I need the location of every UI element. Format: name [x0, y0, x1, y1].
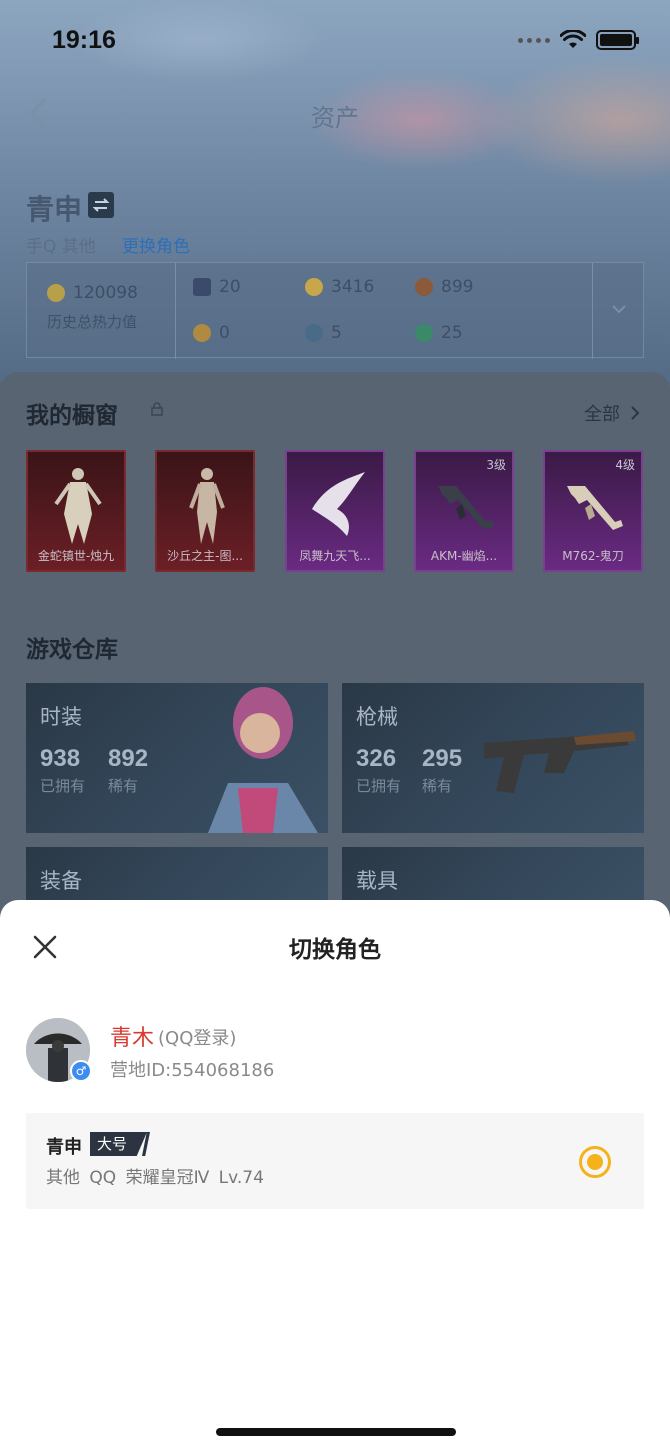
currency-icon	[305, 324, 323, 342]
account-id: 营地ID:554068186	[110, 1060, 275, 1081]
swap-icon[interactable]	[88, 192, 114, 218]
wings-icon	[312, 472, 365, 536]
divider	[175, 263, 176, 359]
wifi-icon	[560, 30, 586, 48]
stat-cell: 20	[193, 277, 241, 297]
chevron-right-icon	[631, 406, 640, 420]
warehouse-card-title: 时装	[40, 705, 82, 729]
owned-label: 已拥有	[356, 777, 402, 795]
owned-count: 938	[40, 745, 81, 772]
stat-value: 25	[441, 323, 463, 343]
change-role-link[interactable]: 更换角色	[122, 232, 190, 257]
rifle-icon	[567, 486, 623, 530]
warehouse-card-title: 装备	[40, 869, 82, 893]
owned-label: 已拥有	[40, 777, 86, 795]
stat-cell: 25	[415, 323, 463, 343]
currency-icon	[305, 278, 323, 296]
warehouse-title: 游戏仓库	[26, 637, 118, 663]
player-name: 青申	[26, 193, 83, 226]
status-time: 19:16	[52, 26, 116, 54]
stat-cell: 0	[193, 323, 230, 343]
outfit-figure-icon	[189, 468, 225, 544]
see-all-link[interactable]: 全部	[584, 400, 640, 426]
divider	[592, 263, 593, 359]
status-bar: 19:16	[0, 0, 670, 80]
stat-value: 20	[219, 277, 241, 297]
showcase-item[interactable]: 金蛇镇世-烛九	[26, 450, 126, 572]
item-name: 金蛇镇世-烛九	[37, 549, 115, 563]
currency-icon	[415, 324, 433, 342]
stat-value: 5	[331, 323, 342, 343]
stat-cell: 5	[305, 323, 342, 343]
rare-count: 892	[108, 745, 149, 772]
battery-icon	[596, 30, 639, 50]
total-heat-label: 历史总热力值	[47, 313, 138, 331]
warehouse-card-equipment[interactable]: 装备	[26, 847, 328, 903]
showcase-title: 我的橱窗	[26, 403, 118, 429]
expand-chevron-icon[interactable]	[611, 301, 627, 317]
sheet-title: 切换角色	[289, 937, 381, 963]
item-name: M762-鬼刀	[562, 549, 624, 563]
account-login-type: (QQ登录)	[158, 1028, 237, 1049]
stat-value: 3416	[331, 277, 375, 297]
role-tag: 大号	[90, 1132, 148, 1156]
page-title: 资产	[311, 104, 359, 132]
role-name: 青申	[46, 1137, 82, 1158]
warehouse-card-outfits[interactable]: 时装 938 已拥有 892 稀有	[26, 683, 328, 833]
stat-value: 0	[219, 323, 230, 343]
showcase-item[interactable]: 4级 M762-鬼刀	[543, 450, 643, 572]
showcase-item[interactable]: 凤舞九天飞...	[285, 450, 385, 572]
stat-cell: 899	[415, 277, 473, 297]
currency-icon	[415, 278, 433, 296]
showcase-item[interactable]: 3级 AKM-幽焰...	[414, 450, 514, 572]
switch-role-sheet: 切换角色 ♂ 青木 (QQ登录) 营地ID:554068186 青申 大号 其他…	[0, 900, 670, 1450]
stat-value: 899	[441, 277, 474, 297]
currency-icon	[193, 278, 211, 296]
account-name: 青木	[110, 1026, 155, 1051]
rare-label: 稀有	[108, 777, 139, 795]
see-all-label: 全部	[584, 404, 620, 425]
male-gender-icon: ♂	[70, 1060, 92, 1082]
item-level: 4级	[615, 458, 635, 472]
stat-cell: 3416	[305, 277, 374, 297]
selected-radio[interactable]	[579, 1146, 611, 1178]
warehouse-card-weapons[interactable]: 枪械 326 已拥有 295 稀有	[342, 683, 644, 833]
warehouse-card-title: 枪械	[356, 705, 398, 729]
signal-icon	[518, 37, 550, 43]
lock-icon	[151, 402, 163, 416]
role-info: 其他 QQ 荣耀皇冠Ⅳ Lv.74	[46, 1168, 264, 1188]
warehouse-card-title: 载具	[356, 869, 398, 893]
owned-count: 326	[356, 745, 397, 772]
rare-label: 稀有	[422, 777, 453, 795]
total-heat: 120098 ? 历史总热力值	[47, 283, 157, 332]
role-option[interactable]: 青申 大号 其他 QQ 荣耀皇冠Ⅳ Lv.74	[26, 1113, 644, 1209]
currency-icon	[193, 324, 211, 342]
item-level: 3级	[486, 458, 506, 472]
item-name: AKM-幽焰...	[430, 549, 498, 563]
showcase-item[interactable]: 沙丘之主-图...	[155, 450, 255, 572]
item-name: 沙丘之主-图...	[167, 549, 243, 563]
rare-count: 295	[422, 745, 463, 772]
player-platform: 手Q 其他	[26, 237, 96, 257]
warehouse-card-vehicles[interactable]: 载具	[342, 847, 644, 903]
item-name: 凤舞九天飞...	[299, 549, 371, 563]
outfit-figure-icon	[54, 468, 102, 544]
rifle-icon	[438, 486, 494, 530]
total-heat-value: 120098	[73, 283, 138, 303]
stats-panel: 120098 ? 历史总热力值 20 3416 899 0 5 25	[26, 262, 644, 359]
character-art	[208, 687, 318, 833]
home-indicator	[216, 1428, 456, 1436]
help-icon[interactable]: ?	[150, 286, 157, 301]
heat-icon	[47, 284, 65, 302]
